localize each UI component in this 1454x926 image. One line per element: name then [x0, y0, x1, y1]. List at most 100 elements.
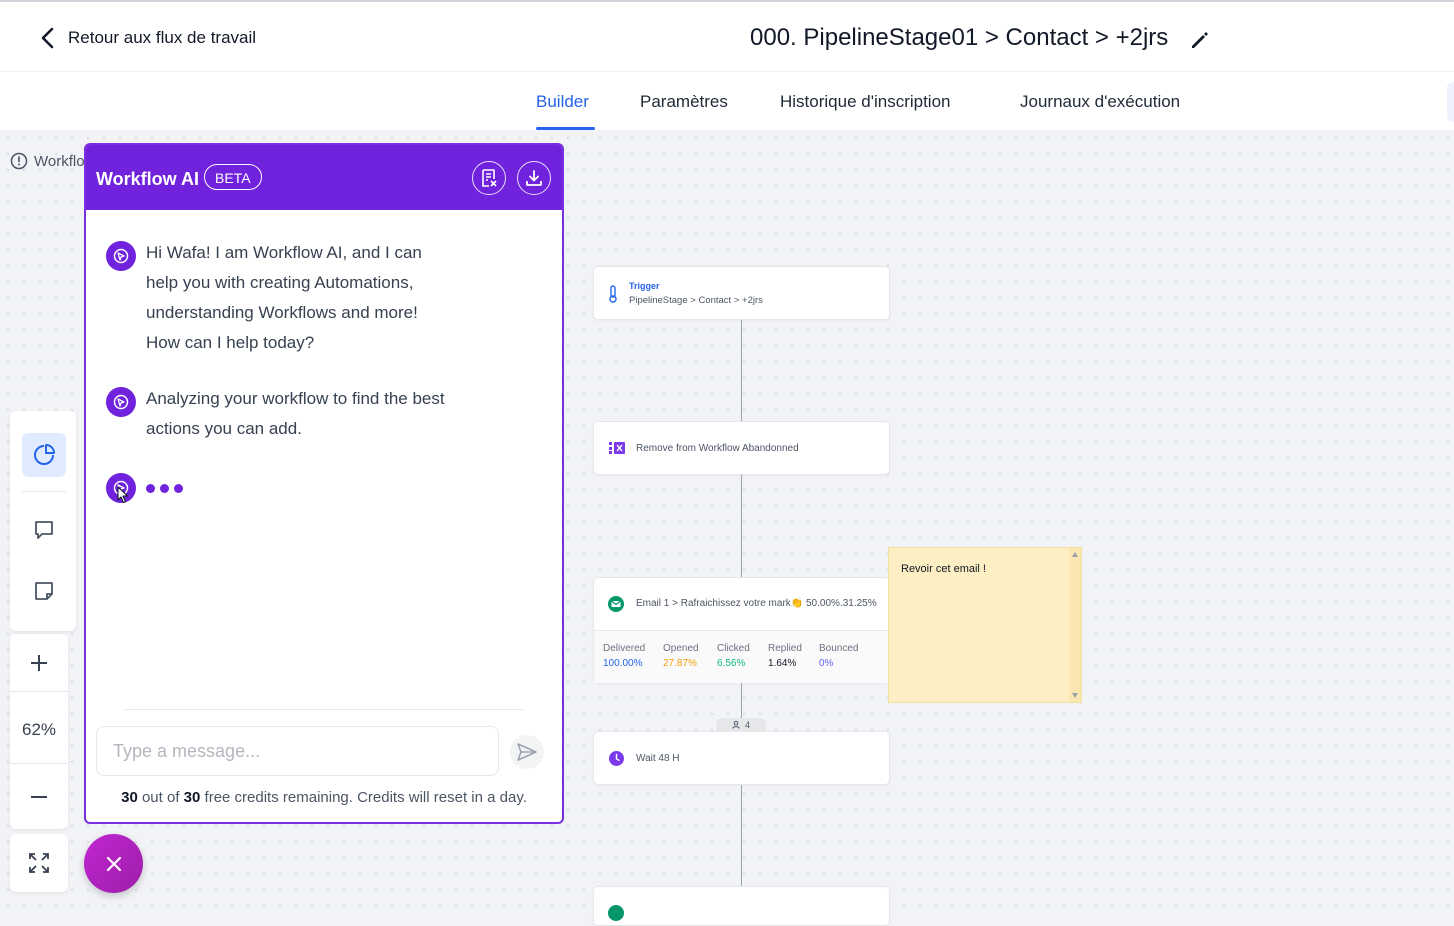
trigger-subtitle: PipelineStage > Contact > +2jrs [629, 295, 763, 306]
ai-message-text: Hi Wafa! I am Workflow AI, and I can hel… [146, 243, 422, 352]
tab-journaux[interactable]: Journaux d'exécution [1020, 92, 1180, 112]
users-icon [732, 721, 740, 729]
stat-label: Replied [768, 643, 802, 654]
chevron-left-icon [41, 27, 54, 49]
clear-chat-button[interactable] [472, 161, 506, 195]
credits-suffix: free credits remaining. Credits will res… [200, 789, 527, 806]
tab-bar: Builder Paramètres Historique d'inscript… [0, 72, 1454, 130]
stat-replied: Replied 1.64% [768, 643, 802, 669]
comment-icon [35, 521, 53, 539]
thermometer-icon [609, 285, 617, 303]
zoom-in-button[interactable] [10, 634, 68, 692]
ai-message-text: Analyzing your workflow to find the best… [146, 389, 445, 438]
trigger-label: Trigger [629, 281, 660, 291]
fit-view-group [10, 834, 68, 892]
analytics-tool-button[interactable] [22, 433, 66, 477]
sticky-note-tool-button[interactable] [22, 569, 66, 613]
connector-line [741, 784, 742, 888]
ai-message: Analyzing your workflow to find the best… [106, 387, 456, 444]
stat-value: 6.56% [717, 658, 746, 669]
tab-builder[interactable]: Builder [536, 92, 589, 112]
download-icon [526, 170, 542, 186]
workflow-ai-panel: Workflow AI BETA Hi Wafa! I am Workflow … [84, 143, 564, 824]
bot-avatar [106, 387, 136, 417]
tab-historique[interactable]: Historique d'inscription [780, 92, 951, 112]
stat-delivered: Delivered 100.00% [603, 643, 645, 669]
pie-chart-icon [34, 444, 55, 465]
zoom-out-button[interactable] [10, 763, 68, 829]
email-node-label: Email 1 > Rafraichissez votre mark👏 50.0… [636, 598, 877, 609]
edit-title-button[interactable] [1188, 28, 1212, 52]
back-to-workflows-link[interactable]: Retour aux flux de travail [38, 26, 256, 50]
sticky-note-text: Revoir cet email ! [901, 563, 986, 575]
mouse-cursor-icon [117, 486, 129, 504]
pencil-icon [1192, 32, 1208, 48]
stat-bounced: Bounced 0% [819, 643, 858, 669]
minus-icon [31, 795, 47, 798]
bot-icon [113, 394, 129, 410]
typing-dots [146, 473, 183, 503]
credits-mid: out of [137, 789, 184, 806]
ai-panel-title: Workflow AI [96, 169, 199, 189]
expand-icon [29, 853, 49, 873]
send-message-button[interactable] [510, 735, 544, 769]
comment-tool-button[interactable] [22, 508, 66, 552]
trigger-node[interactable]: Trigger PipelineStage > Contact > +2jrs [593, 266, 890, 320]
bot-avatar [106, 241, 136, 271]
credits-total: 30 [183, 789, 201, 806]
email-node[interactable]: Email 1 > Rafraichissez votre mark👏 50.0… [593, 577, 890, 683]
wait-node[interactable]: Wait 48 H [593, 731, 890, 785]
stat-label: Delivered [603, 643, 646, 654]
connector-line [741, 320, 742, 422]
ai-input-divider [124, 709, 524, 710]
stat-label: Clicked [717, 643, 750, 654]
close-ai-button[interactable] [84, 834, 143, 893]
sticky-note[interactable]: Revoir cet email ! [888, 547, 1082, 703]
scroll-down-icon [1072, 693, 1078, 698]
scroll-up-icon [1072, 552, 1078, 557]
warning-text: Workflo [34, 152, 85, 170]
tab-parametres[interactable]: Paramètres [640, 92, 728, 112]
next-email-node[interactable] [593, 886, 890, 926]
email-stats: Delivered 100.00% Opened 27.87% Clicked … [594, 631, 889, 683]
contact-count: 4 [744, 720, 750, 730]
clock-icon [609, 751, 624, 766]
stat-value: 0% [819, 658, 834, 669]
typing-dot [160, 483, 169, 493]
tools-divider [22, 491, 66, 492]
connector-line [741, 474, 742, 578]
ai-message: Hi Wafa! I am Workflow AI, and I can hel… [106, 241, 456, 358]
ai-message-input[interactable] [96, 726, 499, 776]
workflow-warning: Workflo [10, 152, 85, 170]
back-link-label: Retour aux flux de travail [68, 28, 257, 47]
clear-document-icon [482, 169, 497, 187]
plus-icon [31, 654, 47, 671]
stat-value: 1.64% [768, 658, 797, 669]
ai-panel-header: Workflow AI BETA [86, 145, 562, 210]
fit-to-screen-button[interactable] [10, 834, 68, 892]
info-icon [10, 152, 28, 170]
stat-label: Bounced [819, 643, 859, 654]
beta-badge: BETA [204, 164, 262, 190]
close-icon [106, 856, 121, 871]
top-bar: Retour aux flux de travail 000. Pipeline… [0, 0, 1454, 72]
email-icon [608, 596, 624, 612]
sticky-scrollbar[interactable] [1069, 548, 1081, 702]
remove-node-label: Remove from Workflow Abandonned [636, 443, 799, 454]
right-edge-button[interactable] [1447, 82, 1454, 122]
wait-node-label: Wait 48 H [636, 753, 680, 764]
zoom-level: 62% [21, 720, 57, 739]
download-chat-button[interactable] [517, 161, 551, 195]
workflow-remove-icon [609, 442, 625, 454]
send-icon [517, 743, 537, 761]
typing-dot [146, 483, 155, 493]
note-icon [35, 582, 53, 600]
workflow-title: 000. PipelineStage01 > Contact > +2jrs [750, 24, 1169, 51]
contact-count-pill[interactable]: 4 [716, 718, 766, 732]
stat-value: 100.00% [603, 658, 643, 669]
stat-opened: Opened 27.87% [663, 643, 699, 669]
remove-from-workflow-node[interactable]: Remove from Workflow Abandonned [593, 421, 890, 475]
credits-used: 30 [121, 789, 138, 806]
typing-dot [174, 483, 183, 493]
stat-clicked: Clicked 6.56% [717, 643, 750, 669]
